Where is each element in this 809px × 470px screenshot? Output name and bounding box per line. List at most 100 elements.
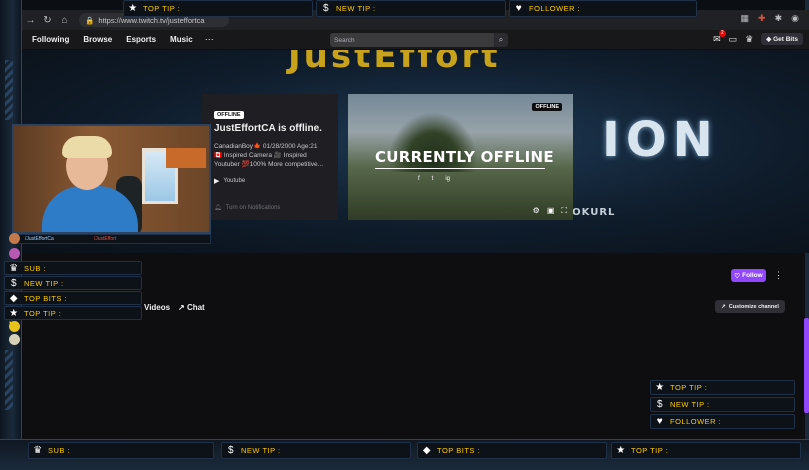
settings-icon[interactable]: ⚙ xyxy=(533,206,540,216)
theatre-mode-icon[interactable]: ▣ xyxy=(547,206,555,216)
nav-browse[interactable]: Browse xyxy=(83,35,112,44)
tab-chat[interactable]: ↗ Chat xyxy=(178,303,205,312)
extension-red-icon[interactable]: ✚ xyxy=(758,13,766,24)
twitch-top-nav: Following Browse Esports Music ⋯ Search … xyxy=(22,29,809,50)
offline-info-card: OFFLINE JustEffortCA is offline. Canadia… xyxy=(202,94,338,220)
bits-icon: ◆ xyxy=(9,292,19,304)
overlay-label: TOP BITS : xyxy=(437,446,481,455)
nav-music[interactable]: Music xyxy=(170,35,193,44)
frame-stripes xyxy=(5,60,13,120)
overlay-label: TOP TIP : xyxy=(631,446,669,455)
overlay-follower: ♥ FOLLOWER : xyxy=(650,414,795,429)
puzzle-icon[interactable]: ✱ xyxy=(775,13,783,24)
twitter-icon: t xyxy=(431,176,434,182)
overlay-label: TOP TIP : xyxy=(670,383,708,392)
bell-icon: 🔔︎ xyxy=(214,205,222,211)
overlay-label: SUB : xyxy=(48,446,71,455)
cam-social-footer: /JustEffortCa /JustEffort xyxy=(12,234,211,244)
player-controls: ⚙ ▣ ⛶ xyxy=(533,206,567,216)
dollar-icon: $ xyxy=(10,277,18,289)
purple-edge-accent xyxy=(804,318,809,413)
nav-following[interactable]: Following xyxy=(32,35,69,44)
avatar[interactable] xyxy=(9,321,20,332)
nav-right-controls: ✉ 2 ▭ ♛ ◆ Get Bits xyxy=(713,29,803,45)
youtube-icon: ▶ xyxy=(214,178,220,185)
overlay-label: TOP TIP : xyxy=(143,4,181,13)
inbox-icon[interactable]: ✉ 2 xyxy=(713,29,726,45)
forward-icon[interactable]: → xyxy=(22,15,39,26)
overlay-top-bits: ◆ TOP BITS : xyxy=(417,442,607,459)
channel-description: CanadianBoy🍁 01/28/2000 Age:21 🇨🇦 Inspir… xyxy=(214,143,324,168)
dollar-icon: $ xyxy=(227,445,235,456)
follow-label: Follow xyxy=(742,272,763,279)
overlay-label: SUB : xyxy=(24,263,47,273)
star-icon: ★ xyxy=(9,307,19,319)
more-menu-icon[interactable]: ⋯ xyxy=(205,34,214,45)
star-icon: ★ xyxy=(655,382,665,393)
banner-logo-text: JustEffort xyxy=(288,50,501,76)
fullscreen-icon[interactable]: ⛶ xyxy=(561,206,567,216)
overlay-sub: ♛ SUB : xyxy=(28,442,214,459)
cam-person-hair xyxy=(62,136,112,158)
offline-badge: OFFLINE xyxy=(214,111,244,119)
get-bits-label: Get Bits xyxy=(773,36,798,43)
overlay-label: FOLLOWER : xyxy=(670,417,722,426)
overlay-new-tip: $ NEW TIP : xyxy=(4,276,142,290)
overlay-label: FOLLOWER : xyxy=(529,4,581,13)
overlay-new-tip: $ NEW TIP : xyxy=(221,442,411,459)
avatar[interactable] xyxy=(9,248,20,259)
browser-extensions: ▦ ✚ ✱ ◉ xyxy=(741,13,799,24)
youtube-link[interactable]: ▶ Youtube xyxy=(214,177,326,185)
avatar[interactable] xyxy=(9,334,20,345)
profile-icon[interactable]: ◉ xyxy=(791,13,799,24)
avatar[interactable] xyxy=(9,233,20,244)
overlay-label: NEW TIP : xyxy=(670,400,710,409)
offline-video-player[interactable]: OFFLINE CURRENTLY OFFLINE f t ig ⚙ ▣ ⛶ xyxy=(348,94,573,220)
search-icon[interactable]: ⌕ xyxy=(494,33,508,47)
lock-icon: 🔒 xyxy=(85,15,95,25)
divider xyxy=(375,168,545,169)
overlay-label: NEW TIP : xyxy=(24,278,64,288)
bits-icon: ◆ xyxy=(422,445,432,456)
notifications-toggle[interactable]: 🔔︎ Turn on Notifications xyxy=(214,204,326,212)
heart-icon: ♡ xyxy=(734,272,741,280)
overlay-top-tip: ★ TOP TIP : xyxy=(4,306,142,320)
cam-poster xyxy=(166,148,206,168)
more-options-icon[interactable]: ⋮ xyxy=(774,270,783,281)
overlay-label: TOP BITS : xyxy=(24,293,68,303)
notifications-label: Turn on Notifications xyxy=(225,204,281,211)
social-icons: f t ig xyxy=(418,176,450,182)
whispers-icon[interactable]: ▭ xyxy=(729,34,738,45)
overlay-follower: ♥ FOLLOWER : xyxy=(509,0,697,17)
offline-title: JustEffortCA is offline. xyxy=(214,123,322,134)
tab-chat-label: Chat xyxy=(186,303,205,312)
banner-headline: ION xyxy=(602,112,719,168)
overlay-sub: ♛ SUB : xyxy=(4,261,142,275)
crown-prime-icon[interactable]: ♛ xyxy=(745,34,753,45)
star-icon: ★ xyxy=(128,3,138,14)
overlay-new-tip: $ NEW TIP : xyxy=(650,397,795,412)
get-bits-button[interactable]: ◆ Get Bits xyxy=(761,33,803,45)
customize-channel-button[interactable]: ↗ Customize channel xyxy=(715,300,785,313)
follow-button[interactable]: ♡ Follow xyxy=(731,269,766,282)
offline-headline: CURRENTLY OFFLINE xyxy=(375,148,554,166)
frame-stripes xyxy=(5,350,13,410)
tab-videos[interactable]: Videos xyxy=(144,303,170,312)
overlay-label: NEW TIP : xyxy=(336,4,376,13)
home-icon[interactable]: ⌂ xyxy=(56,15,73,26)
twitter-handle: /JustEffortCa xyxy=(25,236,54,242)
youtube-label: Youtube xyxy=(223,178,246,184)
extension-icon[interactable]: ▦ xyxy=(741,13,750,24)
search-input[interactable]: Search xyxy=(330,33,494,47)
overlay-new-tip: $ NEW TIP : xyxy=(316,0,506,17)
webcam-overlay xyxy=(12,124,211,234)
overlay-label: NEW TIP : xyxy=(241,446,281,455)
reload-icon[interactable]: ↻ xyxy=(39,15,56,26)
customize-label: Customize channel xyxy=(728,303,779,310)
overlay-top-tip: ★ TOP TIP : xyxy=(650,380,795,395)
heart-icon: ♥ xyxy=(656,416,664,427)
video-offline-badge: OFFLINE xyxy=(532,103,562,111)
nav-esports[interactable]: Esports xyxy=(126,35,156,44)
overlay-top-tip: ★ TOP TIP : xyxy=(611,442,801,459)
notification-badge: 2 xyxy=(718,29,726,37)
